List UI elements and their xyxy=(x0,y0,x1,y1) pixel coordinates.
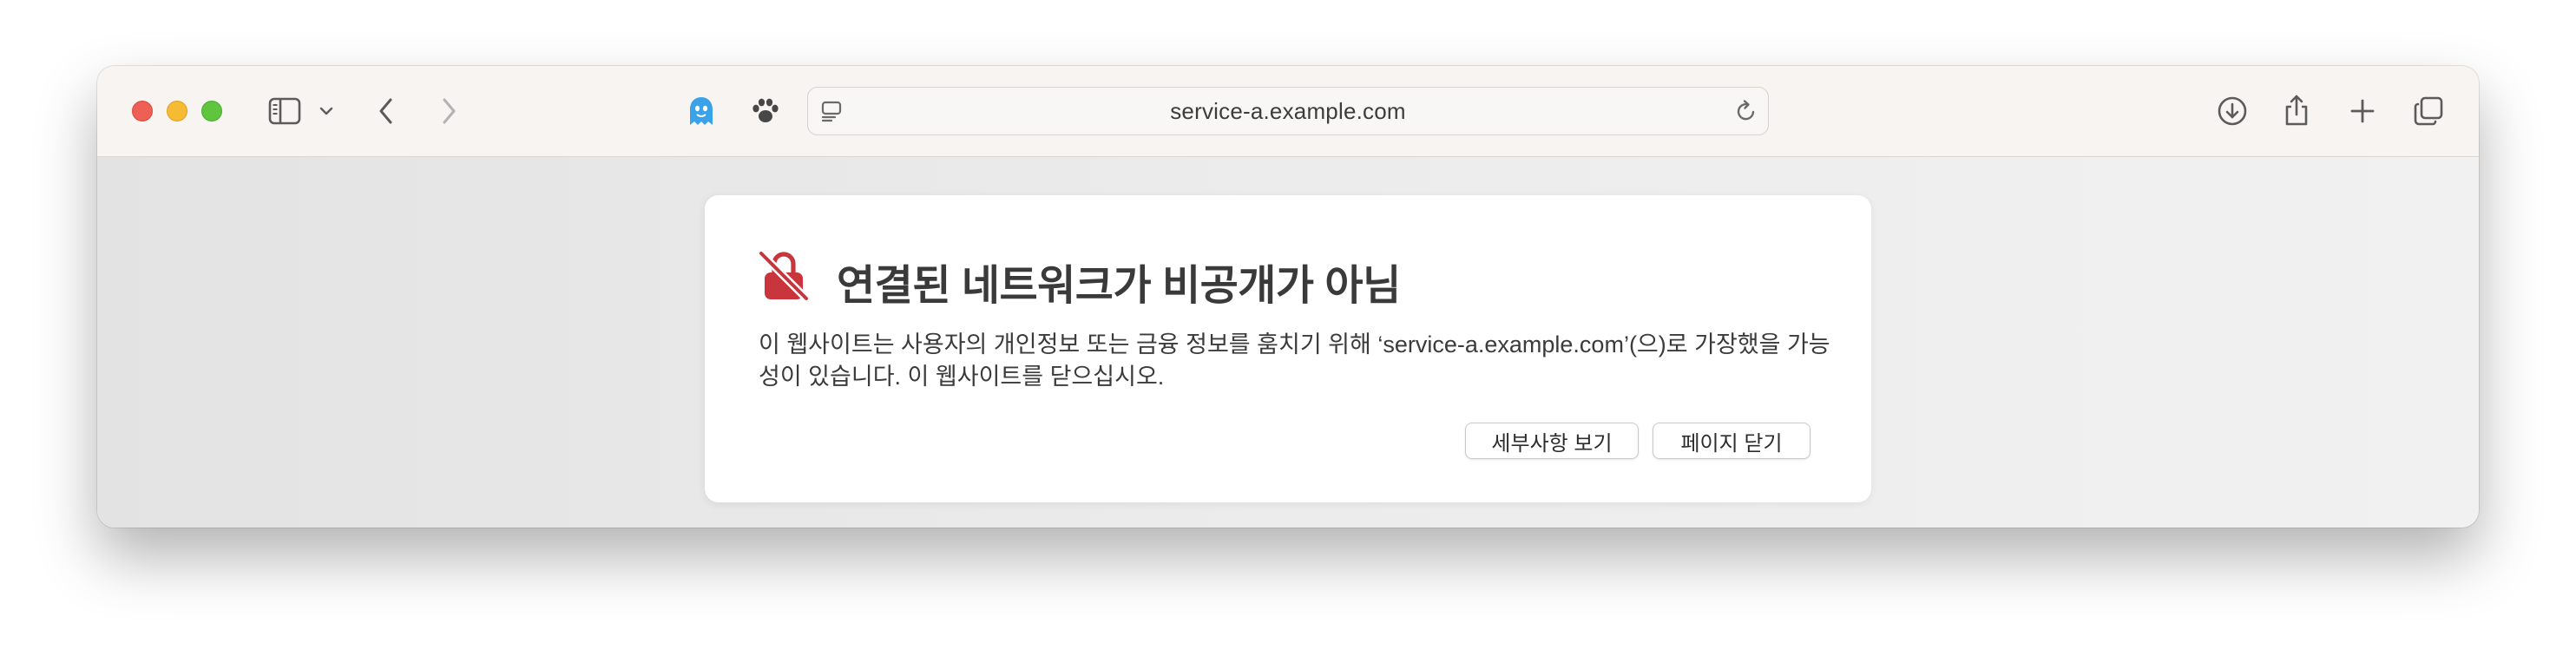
chevron-left-icon xyxy=(379,98,392,124)
show-details-button[interactable]: 세부사항 보기 xyxy=(1465,423,1639,459)
reload-icon xyxy=(1737,100,1755,121)
downloads-button[interactable] xyxy=(2215,94,2250,128)
close-page-button[interactable]: 페이지 닫기 xyxy=(1653,423,1810,459)
browser-window: service-a.example.com 연결된 네트워크가 비공개가 아님 … xyxy=(97,66,2479,528)
extension-paw-button[interactable] xyxy=(750,95,781,127)
page-content: 연결된 네트워크가 비공개가 아님 이 웹사이트는 사용자의 개인정보 또는 금… xyxy=(97,157,2479,528)
tabs-overview-icon xyxy=(2414,96,2443,126)
toolbar: service-a.example.com xyxy=(97,66,2479,157)
paw-icon xyxy=(752,98,779,122)
chevron-right-icon xyxy=(443,98,456,124)
dialog-message: 이 웹사이트는 사용자의 개인정보 또는 금융 정보를 훔치기 위해 ‘serv… xyxy=(759,331,1830,390)
chevron-down-icon xyxy=(319,107,333,115)
extension-ghost-button[interactable] xyxy=(686,94,717,128)
plus-icon xyxy=(2350,99,2375,123)
address-bar[interactable]: service-a.example.com xyxy=(807,87,1769,135)
share-button[interactable] xyxy=(2281,92,2312,128)
share-icon xyxy=(2285,95,2308,126)
back-button[interactable] xyxy=(373,97,399,125)
warning-dialog: 연결된 네트워크가 비공개가 아님 이 웹사이트는 사용자의 개인정보 또는 금… xyxy=(705,195,1871,502)
new-tab-button[interactable] xyxy=(2347,95,2378,127)
ghost-icon xyxy=(690,97,713,125)
broken-lock-icon xyxy=(757,249,811,303)
sidebar-toggle-button[interactable] xyxy=(267,95,302,127)
dialog-icon xyxy=(757,249,811,303)
dialog-title: 연결된 네트워크가 비공개가 아님 xyxy=(837,263,1401,309)
forward-button[interactable] xyxy=(436,97,462,125)
sidebar-menu-button[interactable] xyxy=(318,102,335,120)
download-icon xyxy=(2218,96,2247,126)
close-window-button[interactable] xyxy=(132,101,153,121)
zoom-window-button[interactable] xyxy=(201,101,222,121)
tab-overview-button[interactable] xyxy=(2411,94,2446,128)
reload-button[interactable] xyxy=(1733,98,1759,124)
sidebar-icon xyxy=(268,97,301,125)
minimize-window-button[interactable] xyxy=(167,101,187,121)
url-text[interactable]: service-a.example.com xyxy=(808,88,1768,134)
